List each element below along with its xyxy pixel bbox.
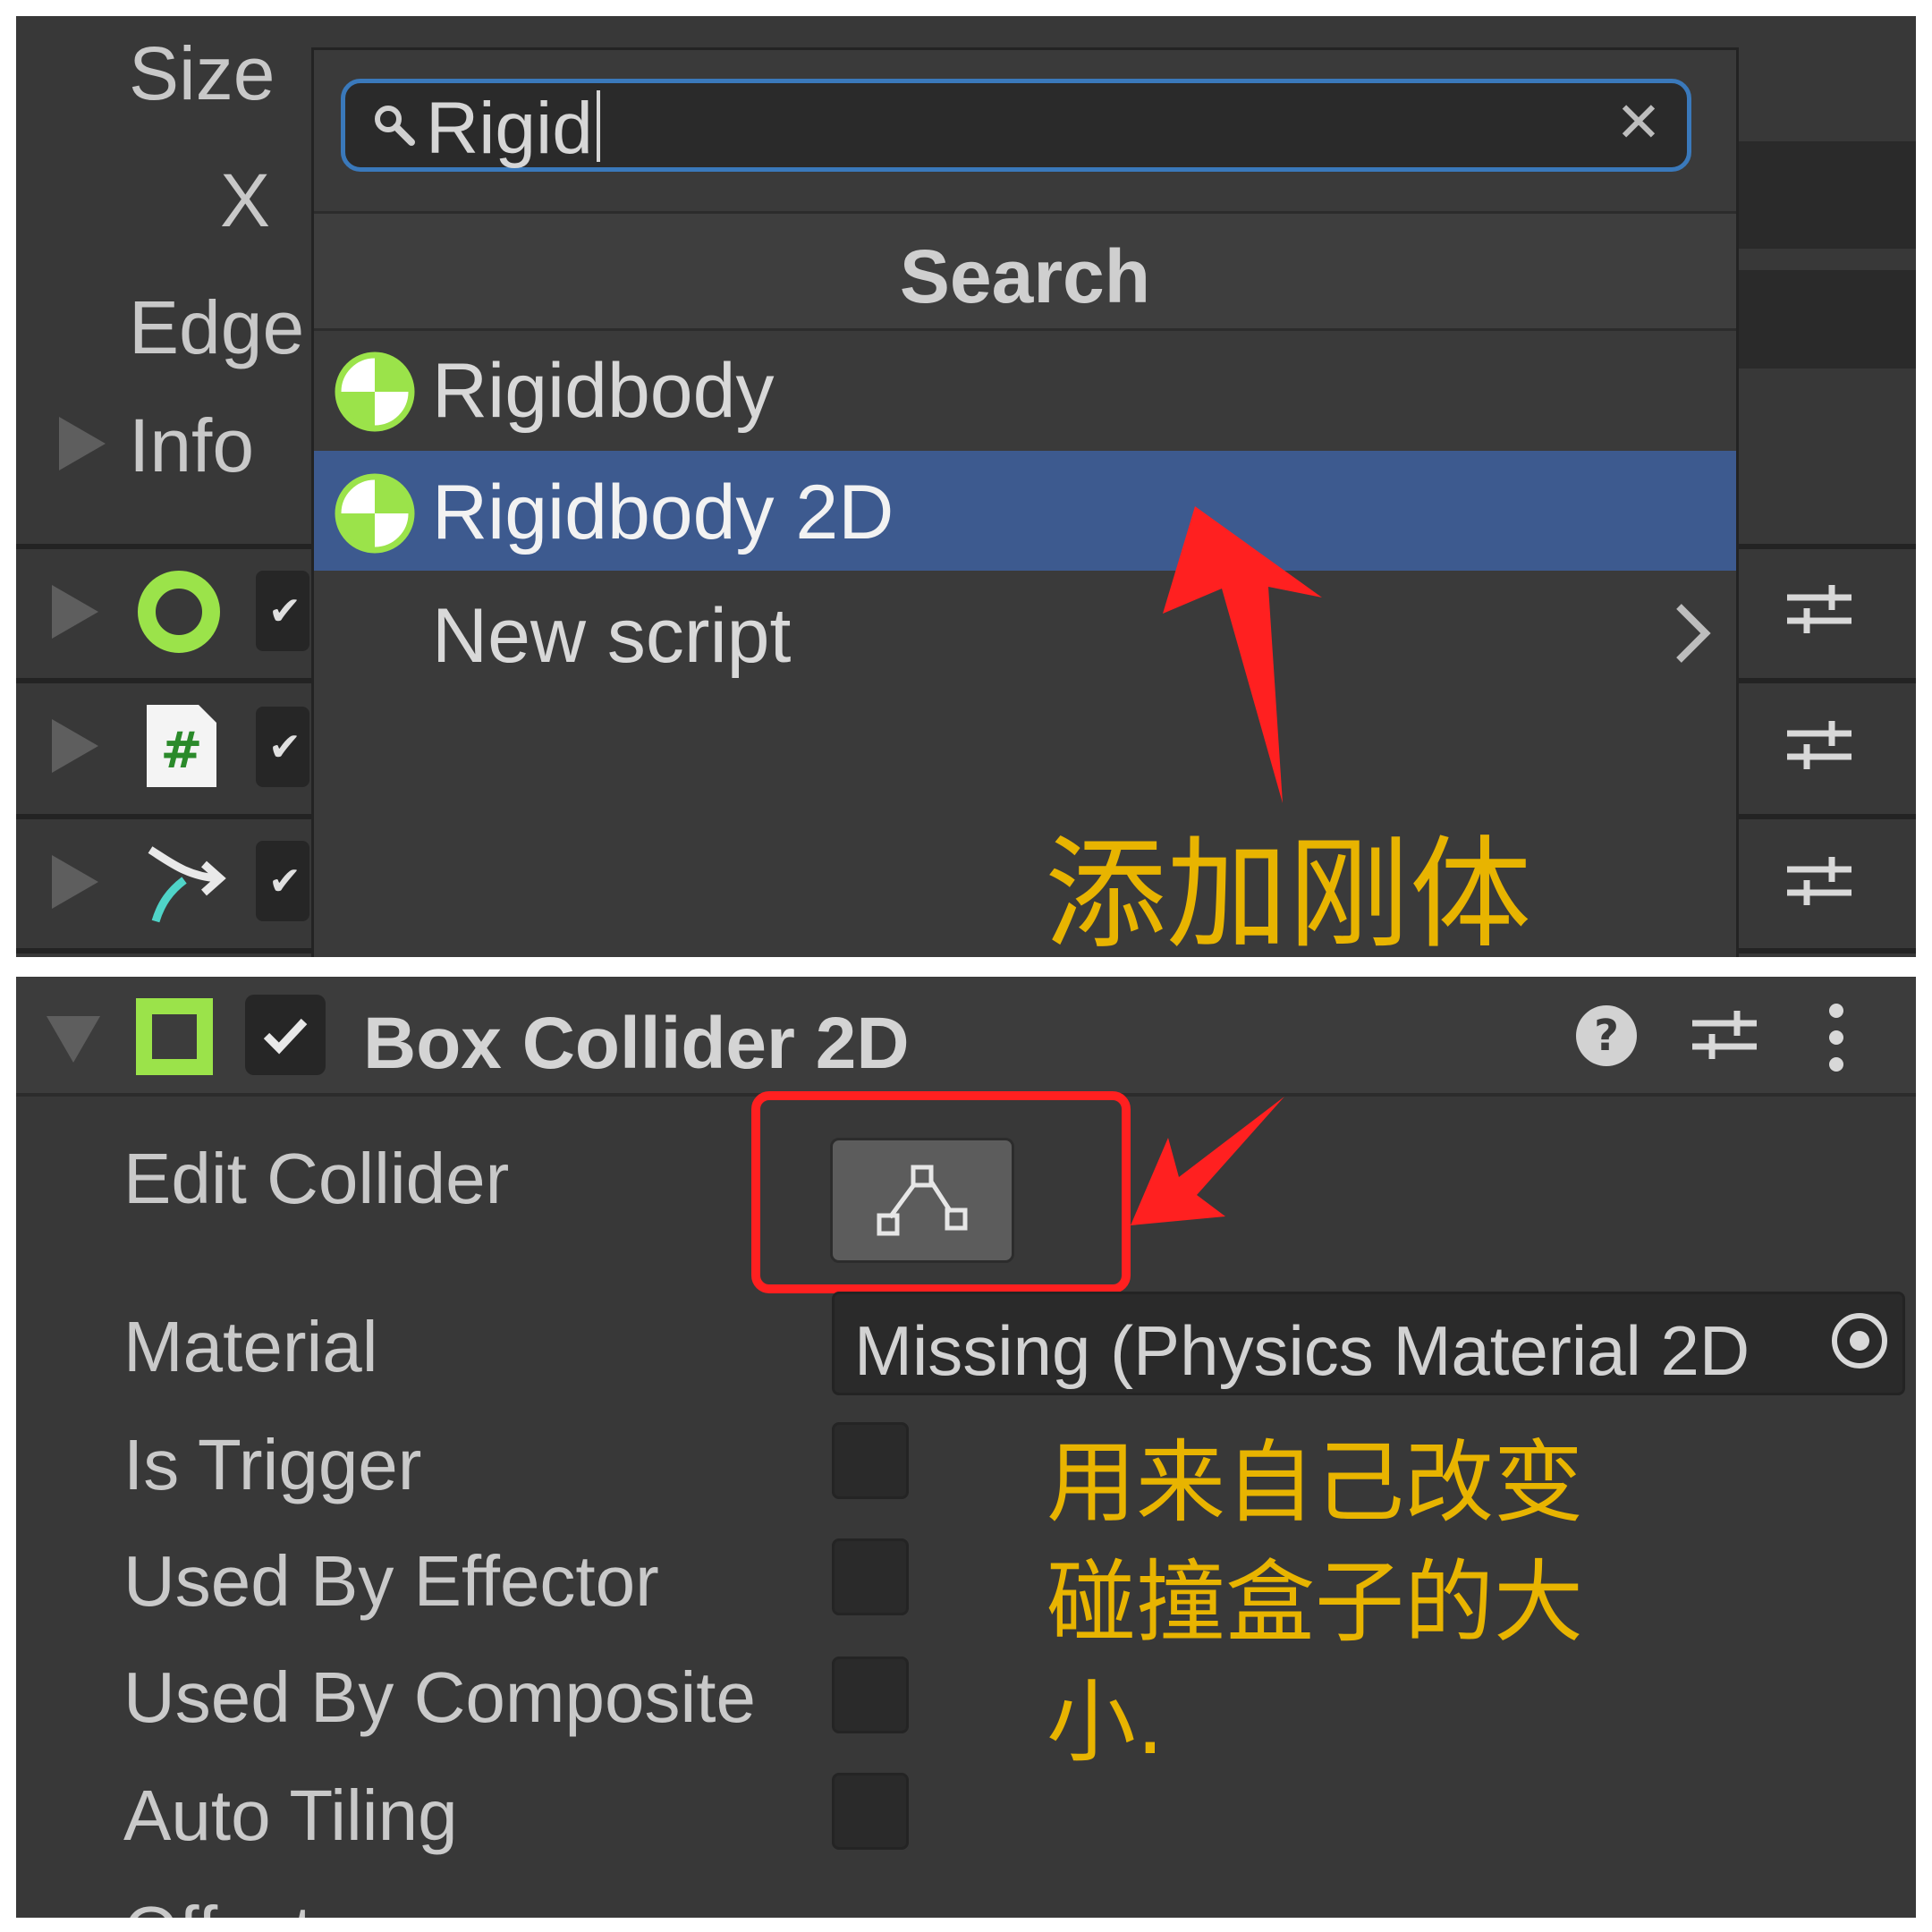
auto-tiling-label: Auto Tiling bbox=[123, 1775, 458, 1855]
box-collider-inspector: Box Collider 2D ? Edit Collider Material bbox=[16, 977, 1916, 1918]
target-picker-icon bbox=[1832, 1313, 1887, 1368]
annotation-line: 用来自己改变 bbox=[1046, 1430, 1583, 1535]
used-by-effector-checkbox[interactable] bbox=[832, 1538, 909, 1615]
annotation-arrow bbox=[1163, 506, 1322, 803]
is-trigger-label: Is Trigger bbox=[123, 1425, 422, 1504]
material-label: Material bbox=[123, 1307, 378, 1386]
used-by-composite-label: Used By Composite bbox=[123, 1657, 756, 1737]
used-by-effector-label: Used By Effector bbox=[123, 1541, 659, 1621]
material-value: Missing (Physics Material 2D bbox=[854, 1311, 1750, 1390]
object-picker-button[interactable] bbox=[1820, 1294, 1902, 1393]
is-trigger-checkbox[interactable] bbox=[832, 1422, 909, 1499]
auto-tiling-checkbox[interactable] bbox=[832, 1773, 909, 1850]
add-component-screenshot: Size X Edge Info ✔ # ✔ ✔ Rigid ✕ Search … bbox=[16, 16, 1916, 957]
material-object-field[interactable]: Missing (Physics Material 2D bbox=[832, 1292, 1905, 1395]
annotation-line: 小. bbox=[1046, 1670, 1165, 1775]
annotation-line: 碰撞盒子的大 bbox=[1046, 1550, 1583, 1655]
annotation-add-rigidbody: 添加刚体 bbox=[1045, 825, 1531, 957]
offset-label: Offset bbox=[123, 1893, 313, 1919]
used-by-composite-checkbox[interactable] bbox=[832, 1657, 909, 1733]
